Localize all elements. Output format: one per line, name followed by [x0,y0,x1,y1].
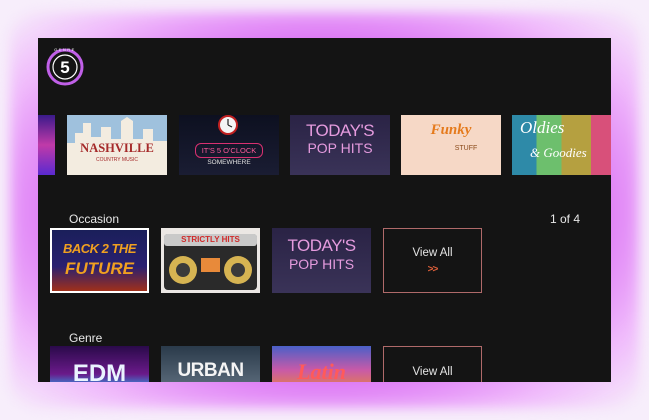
card-title: STRICTLY HITS [181,235,240,244]
featured-title: NASHVILLE [80,141,154,155]
featured-card-nashville[interactable]: NASHVILLE COUNTRY MUSIC [67,115,167,175]
row-pager: 1 of 4 [550,212,581,226]
featured-title: TODAY'S [305,121,375,140]
card-line2: FUTURE [65,259,134,278]
card-title: EDM [72,360,127,382]
view-all-label: View All [412,366,453,378]
card-title: Latin [297,359,346,382]
genre-card-urban[interactable]: URBAN [161,346,260,382]
card-line1: BACK 2 THE [62,241,137,256]
featured-sub: & Goodies [530,145,587,160]
view-all-label: View All [412,246,453,259]
featured-sub: COUNTRY MUSIC [95,157,139,163]
app-logo: 5 GENRE [46,47,84,86]
featured-sub: POP HITS [307,140,373,156]
featured-title: Funky [430,122,472,138]
genre-card-edm[interactable]: EDM [50,346,149,382]
featured-card-partial[interactable] [38,115,55,175]
occasion-card-strictly-hits[interactable]: STRICTLY HITS [161,228,260,293]
featured-card-5-oclock[interactable]: IT'S 5 O'CLOCK SOMEWHERE [179,115,279,175]
featured-title: IT'S 5 O'CLOCK [195,143,263,158]
featured-title: Oldies [520,118,565,137]
row-label-occasion: Occasion [69,212,120,226]
tv-screen: 5 GENRE NASHVILLE COUNTRY MUSIC IT'S 5 O… [38,38,611,382]
row-label-genre: Genre [69,331,103,345]
featured-card-todays-pop[interactable]: TODAY'S POP HITS [290,115,390,175]
card-title: URBAN [177,360,244,381]
featured-sub: STUFF [454,145,478,152]
logo-number: 5 [60,58,69,77]
featured-card-funky[interactable]: Funky STUFF [401,115,501,175]
occasion-card-todays-pop[interactable]: TODAY'S POP HITS [272,228,371,293]
logo-letters: GENRE [54,47,76,52]
occasion-view-all-button[interactable]: View All >> [383,228,482,293]
genre-view-all-button[interactable]: View All [383,346,482,382]
featured-card-oldies[interactable]: Oldies & Goodies [512,115,611,175]
genre-card-latin[interactable]: Latin [272,346,371,382]
chevron-right-double-icon: >> [427,263,439,275]
card-line2: POP HITS [288,256,355,272]
card-line1: TODAY'S [287,236,356,255]
featured-sub: SOMEWHERE [207,159,251,166]
occasion-card-back-2-the-future[interactable]: BACK 2 THE FUTURE [50,228,149,293]
